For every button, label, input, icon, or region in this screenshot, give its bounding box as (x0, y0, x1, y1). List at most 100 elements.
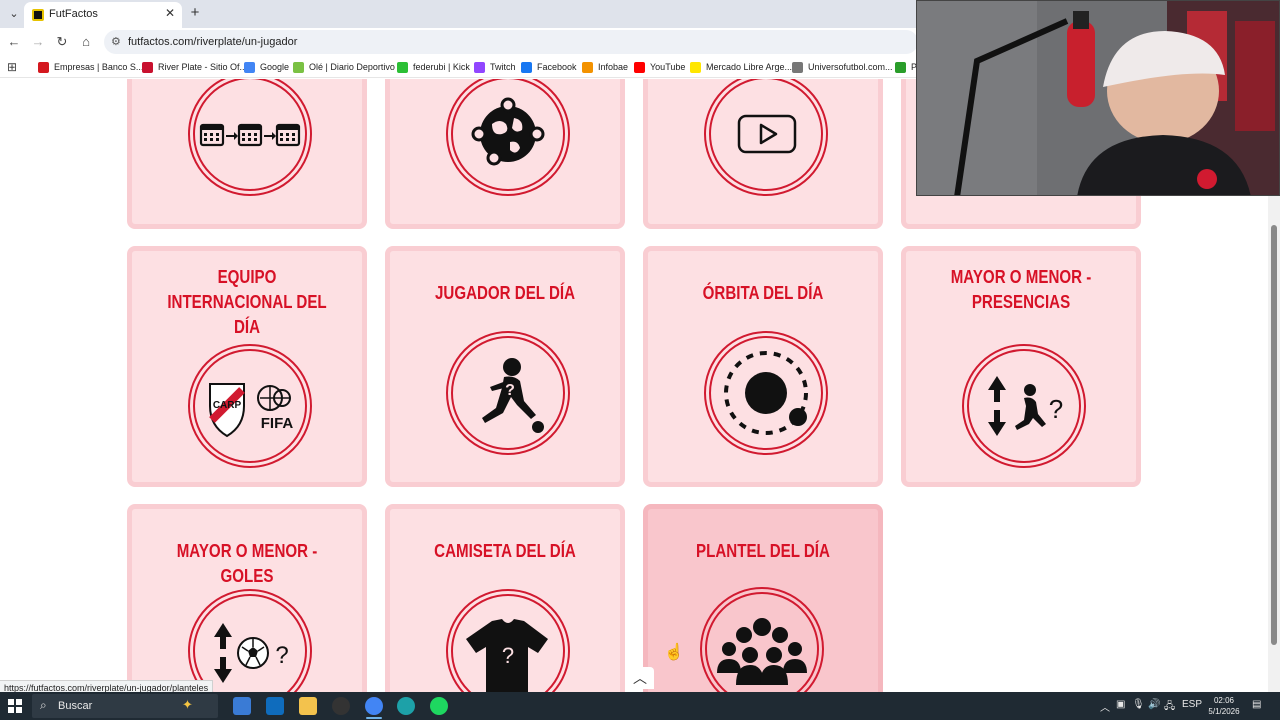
svg-text:?: ? (505, 382, 515, 399)
calendar-sequence-icon (199, 123, 301, 147)
svg-text:CARP: CARP (213, 400, 242, 411)
new-tab-icon[interactable]: + (186, 4, 204, 22)
card-title: EQUIPO INTERNACIONAL DEL DÍA (167, 267, 327, 337)
fifa-text: FIFA (261, 415, 294, 432)
card-plantel-del-dia[interactable]: PLANTEL DEL DÍA (643, 504, 883, 692)
card-ring: ? (188, 589, 312, 692)
bookmark-item[interactable]: River Plate - Sitio Of... (142, 60, 247, 74)
card-ring: ? (446, 589, 570, 692)
obs-icon[interactable] (332, 697, 350, 715)
bookmark-item[interactable]: Mercado Libre Arge... (690, 60, 792, 74)
card-title: MAYOR O MENOR - PRESENCIAS (950, 267, 1092, 312)
svg-text:?: ? (275, 642, 288, 669)
river-fifa-icon: CARP FIFA (209, 383, 294, 438)
globe-orbit-icon (471, 97, 545, 166)
card-video[interactable] (643, 79, 883, 229)
scrollbar-thumb[interactable] (1271, 225, 1277, 645)
bookmark-favicon-icon (792, 61, 803, 73)
bookmark-favicon-icon (895, 61, 906, 73)
orbit-icon (724, 351, 808, 435)
card-ring (446, 79, 570, 196)
bookmark-label: federubi | Kick (413, 62, 470, 72)
card-jugador-del-dia[interactable]: JUGADOR DEL DÍA ? (385, 246, 625, 487)
card-ring (704, 79, 828, 196)
tray-overflow-icon[interactable]: ︿ (1100, 699, 1110, 714)
taskbar-clock[interactable]: 02:06 5/1/2026 (1204, 695, 1244, 717)
notifications-icon[interactable]: ▤ (1252, 699, 1261, 710)
copilot-icon[interactable] (233, 697, 251, 715)
site-info-icon[interactable]: ⚙ (111, 35, 121, 48)
bookmark-favicon-icon (293, 61, 304, 73)
card-equipo-internacional[interactable]: EQUIPO INTERNACIONAL DEL DÍA CARP FIFA (127, 246, 367, 487)
bookmark-item[interactable]: Empresas | Banco S... (38, 60, 143, 74)
scroll-to-top-button[interactable]: ︿ (626, 667, 654, 689)
card-orbita-del-dia[interactable]: ÓRBITA DEL DÍA (643, 246, 883, 487)
edge-icon[interactable] (397, 697, 415, 715)
address-text[interactable]: futfactos.com/riverplate/un-jugador (128, 36, 297, 48)
bookmark-item[interactable]: federubi | Kick (397, 60, 470, 74)
apps-grid-icon[interactable]: ⊞ (7, 60, 17, 74)
card-mayor-menor-goles[interactable]: MAYOR O MENOR - GOLES ? (127, 504, 367, 692)
tab-search-icon[interactable]: ⌄ (4, 4, 24, 24)
card-world[interactable] (385, 79, 625, 229)
windows-start-icon[interactable] (8, 699, 22, 713)
microphone-icon[interactable]: 🎙 (1132, 699, 1145, 710)
hand-cursor-icon: ☝ (664, 644, 684, 661)
card-mayor-menor-presencias[interactable]: MAYOR O MENOR - PRESENCIAS ? (901, 246, 1141, 487)
streamer-photo (917, 1, 1279, 195)
spotify-icon[interactable] (430, 697, 448, 715)
bookmark-item[interactable]: Infobae (582, 60, 628, 74)
tab-close-icon[interactable]: ✕ (165, 6, 175, 20)
card-ring: ? (446, 331, 570, 455)
svg-text:?: ? (502, 643, 514, 668)
bookmark-label: Mercado Libre Arge... (706, 62, 793, 72)
bookmark-favicon-icon (244, 61, 255, 73)
bookmark-label: Empresas | Banco S... (54, 62, 144, 72)
browser-tab[interactable]: FutFactos ✕ (24, 2, 182, 28)
network-icon[interactable]: 🖧 (1164, 699, 1175, 716)
card-title: JUGADOR DEL DÍA (434, 283, 576, 303)
language-indicator[interactable]: ESP (1182, 699, 1202, 710)
back-arrow-icon[interactable]: ← (5, 33, 23, 51)
chrome-icon[interactable] (365, 697, 383, 715)
reload-icon[interactable]: ↻ (53, 33, 71, 51)
clock-time: 02:06 (1213, 696, 1235, 705)
bookmark-favicon-icon (690, 61, 701, 73)
card-ring (704, 331, 828, 455)
search-highlight-icon: ✦ (182, 697, 193, 712)
higher-lower-player-icon: ? (988, 376, 1063, 436)
card-title: CAMISETA DEL DÍA (434, 541, 576, 561)
higher-lower-ball-icon: ? (214, 623, 289, 683)
tray-app-icon[interactable]: ▣ (1116, 699, 1125, 710)
card-calendar[interactable] (127, 79, 367, 229)
bookmark-item[interactable]: Google (244, 60, 289, 74)
webcam-overlay (916, 0, 1280, 196)
file-explorer-icon[interactable] (299, 697, 317, 715)
outlook-icon[interactable] (266, 697, 284, 715)
bookmark-favicon-icon (582, 61, 593, 73)
bookmark-label: Olé | Diario Deportivo (309, 62, 395, 72)
card-title: MAYOR O MENOR - GOLES (176, 541, 318, 586)
bookmark-item[interactable]: Facebook (521, 60, 577, 74)
bookmark-item[interactable]: Olé | Diario Deportivo (293, 60, 395, 74)
card-camiseta-del-dia[interactable]: CAMISETA DEL DÍA ? (385, 504, 625, 692)
bookmark-favicon-icon (38, 61, 49, 73)
windows-taskbar: ⌕ Buscar ✦ ︿ ▣ 🎙 🔊 🖧 ESP 02:06 5/1/2026 … (0, 692, 1280, 720)
tab-title: FutFactos (49, 8, 98, 20)
volume-icon[interactable]: 🔊 (1148, 699, 1160, 710)
forward-arrow-icon[interactable]: → (29, 33, 47, 51)
bookmark-favicon-icon (474, 61, 485, 73)
squad-group-icon (717, 618, 807, 685)
card-title: PLANTEL DEL DÍA (696, 541, 830, 561)
mystery-player-icon: ? (482, 358, 544, 433)
bookmark-item[interactable]: Universofutbol.com... (792, 60, 893, 74)
bookmark-item[interactable]: Twitch (474, 60, 516, 74)
bookmark-label: Facebook (537, 62, 577, 72)
taskbar-search-box[interactable]: ⌕ Buscar ✦ (32, 694, 218, 718)
bookmark-favicon-icon (634, 61, 645, 73)
clock-date: 5/1/2026 (1208, 707, 1240, 716)
address-bar[interactable]: ⚙ futfactos.com/riverplate/un-jugador (104, 30, 918, 54)
bookmark-item[interactable]: YouTube (634, 60, 685, 74)
mystery-shirt-icon: ? (466, 619, 548, 692)
home-icon[interactable]: ⌂ (77, 33, 95, 51)
